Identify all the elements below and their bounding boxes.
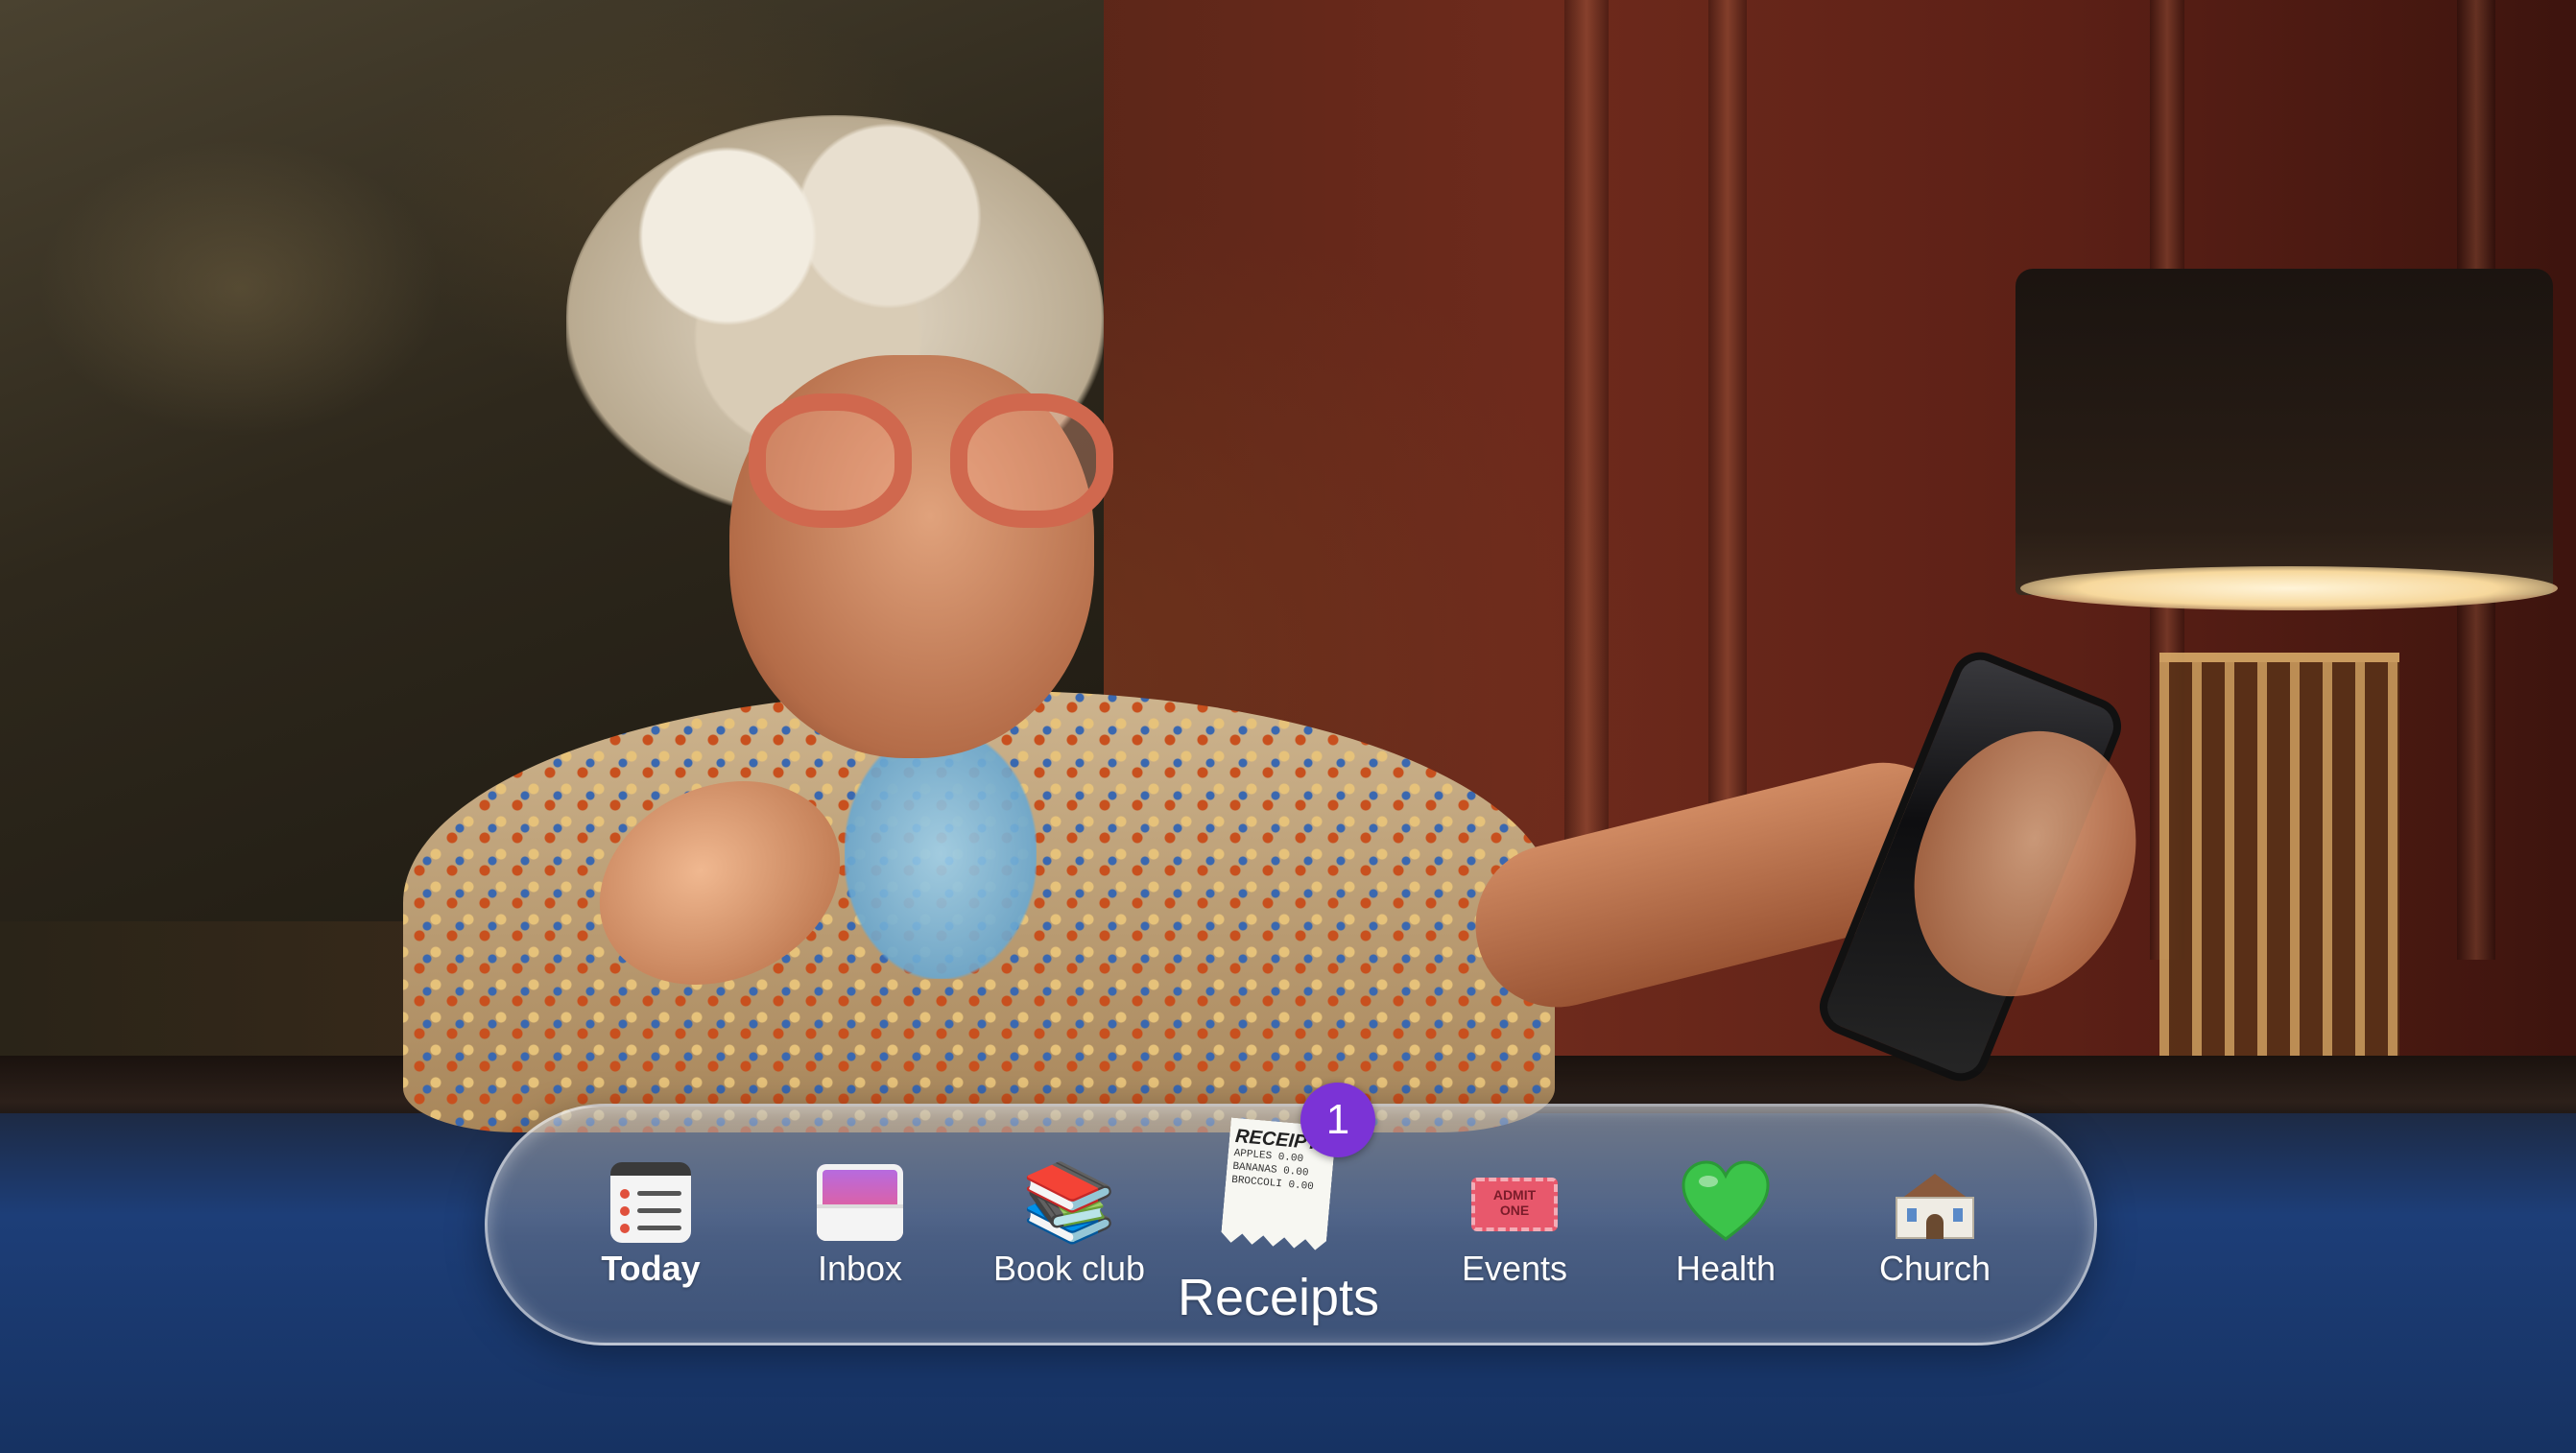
dock-item-label: Health	[1675, 1249, 1777, 1288]
dock-item-label: Events	[1461, 1249, 1568, 1288]
person-glasses	[749, 393, 1123, 537]
dock-item-inbox[interactable]: Inbox	[764, 1107, 956, 1348]
glasses-lens	[950, 393, 1113, 528]
green-heart-icon	[1678, 1155, 1774, 1251]
glasses-lens	[749, 393, 912, 528]
dock-item-health[interactable]: Health	[1630, 1107, 1822, 1348]
books-icon: 📚	[1021, 1157, 1117, 1247]
person-necklace	[845, 729, 1037, 979]
lamp-shade	[2015, 269, 2553, 595]
lamp-glow	[2020, 566, 2558, 610]
green-heart-icon-svg	[1682, 1160, 1770, 1241]
dock-item-church[interactable]: Church	[1839, 1107, 2031, 1348]
wall-panel	[1564, 0, 1609, 960]
dock-item-today[interactable]: Today	[555, 1107, 747, 1348]
today-list-icon	[603, 1155, 699, 1251]
dock-item-label: Receipts	[1177, 1269, 1380, 1326]
dock-item-book-club[interactable]: 📚 Book club	[973, 1107, 1165, 1348]
dock-item-label: Inbox	[817, 1249, 903, 1288]
dock-item-label: Book club	[992, 1249, 1146, 1288]
ticket-icon: ADMIT ONE	[1467, 1155, 1562, 1251]
lamp-base	[2159, 653, 2399, 1065]
ticket-icon-text: ONE	[1499, 1203, 1530, 1218]
receipts-notification-badge: 1	[1300, 1083, 1375, 1157]
dock-item-events[interactable]: ADMIT ONE Events	[1419, 1107, 1610, 1348]
ticket-icon-text: ADMIT	[1492, 1187, 1537, 1203]
category-dock: Today Inbox 📚 Book club RECEIPT APPLES 0…	[485, 1104, 2097, 1346]
dock-item-label: Church	[1878, 1249, 1992, 1288]
dock-item-label: Today	[601, 1249, 701, 1288]
inbox-tray-icon	[812, 1155, 908, 1251]
church-icon	[1887, 1155, 1983, 1251]
